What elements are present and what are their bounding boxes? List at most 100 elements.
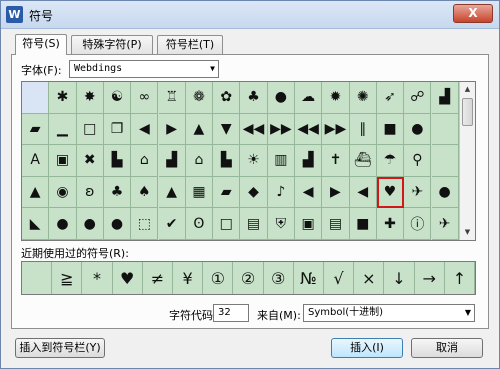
symbol-cell-record-icon[interactable]: ● (404, 113, 432, 146)
insert-button[interactable]: 插入(I) (331, 338, 403, 358)
symbol-cell-prev-icon[interactable]: ◀◀ (295, 113, 323, 146)
symbol-cell-sports-icon[interactable]: ◆ (240, 176, 268, 209)
symbol-cell-maximize-icon[interactable]: □ (76, 113, 104, 146)
symbol-cell-bicycle-icon[interactable]: ʘ (185, 208, 214, 240)
symbol-cell-next-icon[interactable]: ▶▶ (322, 113, 350, 146)
symbol-cell-building-icon[interactable]: ▙ (103, 145, 132, 177)
symbol-cell-web-icon[interactable]: ✸ (76, 82, 104, 114)
symbol-cell-stadium-icon[interactable]: ▦ (185, 176, 214, 209)
symbol-cell-heart-icon[interactable]: ♥ (376, 176, 405, 209)
recent-symbol-cell[interactable]: ¥ (173, 262, 204, 294)
symbol-cell-loudspeaker-icon[interactable]: ♪ (267, 176, 295, 209)
symbol-cell-forward-icon[interactable]: ▶▶ (267, 113, 295, 146)
symbol-cell-parallelogram-icon[interactable]: ▰ (22, 113, 50, 146)
recent-symbol-cell[interactable] (22, 262, 53, 294)
symbol-cell-trophy-icon[interactable]: ♖ (158, 82, 186, 114)
symbol-cell-thought-bubble-icon[interactable]: ☁ (295, 82, 323, 114)
symbol-cell-factory-icon[interactable]: ▙ (213, 145, 241, 177)
symbol-cell-house-icon[interactable]: ⌂ (131, 145, 159, 177)
symbol-cell-minimize-icon[interactable]: ▁ (49, 113, 77, 146)
symbol-cell-spider-icon[interactable]: ✱ (49, 82, 77, 114)
symbol-cell-speaker-on-icon[interactable]: ▶ (322, 176, 350, 209)
recent-symbol-cell[interactable]: √ (324, 262, 355, 294)
symbol-cell-boat-icon[interactable]: ▰ (213, 176, 241, 209)
vertical-scrollbar[interactable]: ▲ ▼ (459, 82, 475, 240)
recent-symbol-cell[interactable]: ≠ (143, 262, 173, 294)
symbol-cell-bag-icon[interactable]: ▤ (322, 208, 350, 240)
symbol-cell-shield-icon[interactable]: ⛨ (267, 208, 295, 240)
insert-to-symbol-bar-button[interactable]: 插入到符号栏(Y) (15, 338, 105, 358)
symbol-cell-forest-icon[interactable]: ♠ (131, 176, 159, 209)
symbol-cell-megaphone-icon[interactable]: ◀ (295, 176, 323, 209)
symbol-cell-checker-icon[interactable]: ▟ (431, 82, 459, 114)
from-select[interactable]: Symbol(十进制) ▼ (303, 304, 475, 322)
char-code-input[interactable]: 32 (213, 304, 249, 322)
symbol-cell-bank-icon[interactable]: ▥ (267, 145, 295, 177)
symbol-cell-box-icon[interactable]: ▣ (49, 145, 77, 177)
symbol-cell-bang-icon[interactable]: ✺ (349, 82, 377, 114)
recent-symbol-cell[interactable]: ≧ (52, 262, 83, 294)
symbol-cell-speech-icon[interactable]: ● (431, 176, 459, 209)
symbol-cell-carrot-icon[interactable]: ➶ (376, 82, 405, 114)
symbol-cell-tools-icon[interactable]: ✖ (76, 145, 104, 177)
recent-symbol-cell[interactable]: ② (233, 262, 264, 294)
recent-symbol-cell[interactable]: * (82, 262, 113, 294)
symbol-cell-running-icon[interactable]: ✈ (404, 176, 432, 209)
symbol-cell-empty-square-icon[interactable]: □ (213, 208, 241, 240)
symbol-cell-filled-square-icon[interactable]: ■ (349, 208, 377, 240)
symbol-cell-city-night-icon[interactable]: ▟ (295, 145, 323, 177)
font-select[interactable]: Webdings ▼ (69, 60, 219, 78)
symbol-cell-triangle-left-icon[interactable]: ◀ (131, 113, 159, 146)
symbol-cell-empty[interactable] (431, 113, 459, 146)
symbol-cell-restore-icon[interactable]: ❐ (103, 113, 132, 146)
symbol-cell-speaker-off-icon[interactable]: ◀ (349, 176, 377, 209)
symbol-cell-empty[interactable] (431, 145, 459, 177)
symbol-cell-tree-icon[interactable]: ♣ (103, 176, 132, 209)
recent-symbol-cell[interactable]: № (294, 262, 324, 294)
symbol-cell-sunglasses-icon[interactable]: ∞ (131, 82, 159, 114)
symbol-cell-slash-icon[interactable]: ◣ (22, 208, 50, 240)
close-button[interactable]: X (453, 4, 493, 23)
symbol-cell-houses-icon[interactable]: ⌂ (185, 145, 214, 177)
symbol-cell-island-icon[interactable]: ☂ (376, 145, 405, 177)
symbol-cell-ambulance-icon[interactable]: ✚ (376, 208, 405, 240)
scroll-thumb[interactable] (462, 98, 473, 126)
symbol-cell-desert-icon[interactable]: ☀ (240, 145, 268, 177)
symbol-cell-people-icon[interactable]: ● (103, 208, 132, 240)
symbol-cell-frame-icon[interactable]: ⬚ (131, 208, 159, 240)
symbol-cell-explosion-icon[interactable]: ✹ (322, 82, 350, 114)
symbol-cell-road-icon[interactable]: ▲ (158, 176, 186, 209)
recent-symbol-cell[interactable]: ③ (264, 262, 294, 294)
symbol-cell-document-icon[interactable]: ▤ (240, 208, 268, 240)
symbol-cell-triangle-down-icon[interactable]: ▼ (213, 113, 241, 146)
symbol-cell-text-size-icon[interactable]: A (22, 145, 50, 177)
symbol-cell-mountain-icon[interactable]: ▲ (22, 176, 50, 209)
symbol-cell-check-icon[interactable]: ✔ (158, 208, 186, 240)
symbol-cell-city-icon[interactable]: ▟ (158, 145, 186, 177)
scroll-down-arrow-icon[interactable]: ▼ (460, 225, 475, 240)
symbol-cell-speech-bubble-icon[interactable]: ● (267, 82, 295, 114)
recent-symbol-cell[interactable]: → (415, 262, 445, 294)
cancel-button[interactable]: 取消 (411, 338, 483, 358)
tab-symbol-bar[interactable]: 符号栏(T) (157, 35, 223, 54)
symbol-cell-chat-icon[interactable]: ● (49, 208, 77, 240)
symbol-cell-stop-icon[interactable]: ■ (376, 113, 405, 146)
symbol-cell-church-icon[interactable]: ✝ (322, 145, 350, 177)
symbol-cell-pause-icon[interactable]: ∥ (349, 113, 377, 146)
symbol-cell-plane-icon[interactable]: ✈ (431, 208, 459, 240)
symbol-cell-empty[interactable] (22, 82, 50, 114)
symbol-cell-medal-icon[interactable]: ❁ (185, 82, 214, 114)
recent-symbol-cell[interactable]: ♥ (113, 262, 143, 294)
tab-symbols[interactable]: 符号(S) (15, 34, 67, 55)
symbol-cell-search-icon[interactable]: ⚲ (404, 145, 432, 177)
symbol-cell-ribbon-aware-icon[interactable]: ☍ (404, 82, 432, 114)
symbol-cell-ribbon-icon[interactable]: ✿ (213, 82, 241, 114)
symbol-cell-ear-icon[interactable]: ʚ (76, 176, 104, 209)
recent-symbol-cell[interactable]: ↓ (384, 262, 415, 294)
symbol-cell-rewind-icon[interactable]: ◀◀ (240, 113, 268, 146)
symbol-cell-chat-multi-icon[interactable]: ● (76, 208, 104, 240)
symbol-cell-ship-icon[interactable]: ⛴ (349, 145, 377, 177)
recent-symbol-cell[interactable]: ↑ (445, 262, 475, 294)
tab-special-characters[interactable]: 特殊字符(P) (71, 35, 153, 54)
symbol-cell-eye-icon[interactable]: ◉ (49, 176, 77, 209)
